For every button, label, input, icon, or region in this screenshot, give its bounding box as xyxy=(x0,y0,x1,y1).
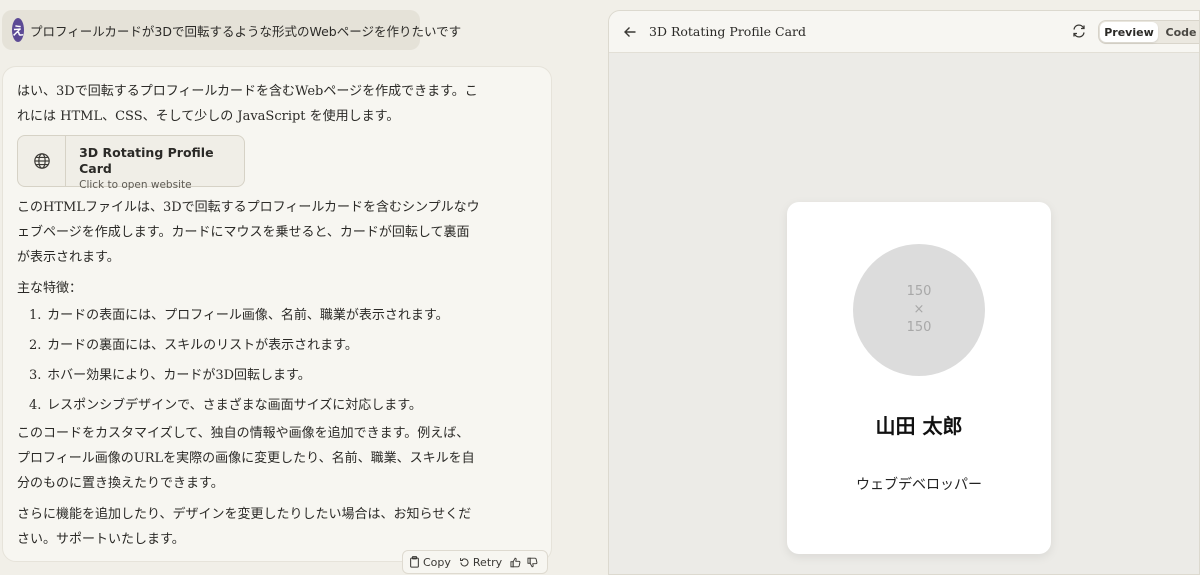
retry-button[interactable]: Retry xyxy=(459,556,502,569)
closing-line: さい。サポートいたします。 xyxy=(17,532,185,547)
description-line: が表示されます。 xyxy=(17,250,120,265)
tab-preview[interactable]: Preview xyxy=(1100,22,1158,42)
closing-line: さらに機能を追加したり、デザインを変更したりしたい場合は、お知らせくだ xyxy=(17,507,472,522)
message-actions: Copy Retry xyxy=(402,550,548,574)
panel-title: 3D Rotating Profile Card xyxy=(649,24,807,39)
profile-photo-placeholder: 150 × 150 xyxy=(853,244,985,376)
artifact-panel: 3D Rotating Profile Card Preview Code 15… xyxy=(608,10,1200,575)
globe-icon xyxy=(18,136,67,186)
user-message-text: プロフィールカードが3Dで回転するような形式のWebページを作りたいです xyxy=(30,23,462,39)
clipboard-icon xyxy=(410,556,419,568)
artifact-subtitle: Click to open website xyxy=(79,179,192,191)
thumbs-up-icon[interactable] xyxy=(510,557,521,568)
customize-line: このコードをカスタマイズして、独自の情報や画像を追加できます。例えば、 xyxy=(17,426,470,441)
customize-line: 分のものに置き換えたりできます。 xyxy=(17,476,224,491)
artifact-text: 3D Rotating Profile Card Click to open w… xyxy=(66,136,244,191)
view-toggle: Preview Code xyxy=(1098,20,1199,44)
artifact-title: 3D Rotating Profile Card xyxy=(79,145,214,176)
description-line: このHTMLファイルは、3Dで回転するプロフィールカードを含むシンプルなウ xyxy=(17,200,480,215)
list-item: 1. カードの表面には、プロフィール画像、名前、職業が表示されます。 xyxy=(29,308,449,323)
features-list: 1. カードの表面には、プロフィール画像、名前、職業が表示されます。 2. カー… xyxy=(17,301,551,421)
user-message: え プロフィールカードが3Dで回転するような形式のWebページを作りたいです xyxy=(2,10,461,50)
description-line: ェブページを作成します。カードにマウスを乗せると、カードが回転して裏面 xyxy=(17,225,470,240)
features-heading: 主な特徴： xyxy=(17,281,83,296)
list-item: 4. レスポンシブデザインで、さまざまな画面サイズに対応します。 xyxy=(29,398,422,413)
user-avatar: え xyxy=(12,18,25,42)
list-item: 2. カードの裏面には、スキルのリストが表示されます。 xyxy=(29,338,358,353)
assistant-message: はい、3Dで回転するプロフィールカードを含むWebページを作成できます。こ れに… xyxy=(2,66,552,562)
profile-role: ウェブデベロッパー xyxy=(856,477,982,493)
intro-line: はい、3Dで回転するプロフィールカードを含むWebページを作成できます。こ xyxy=(17,84,478,99)
list-item: 3. ホバー効果により、カードが3D回転します。 xyxy=(29,368,311,383)
refresh-icon[interactable] xyxy=(1072,24,1086,38)
customize-line: プロフィール画像のURLを実際の画像に変更したり、名前、職業、スキルを自 xyxy=(17,451,475,466)
tab-code[interactable]: Code xyxy=(1158,22,1199,42)
intro-line: れには HTML、CSS、そして少しの JavaScript を使用します。 xyxy=(17,109,400,124)
panel-header: 3D Rotating Profile Card Preview Code xyxy=(609,11,1199,53)
profile-card[interactable]: 150 × 150 山田 太郎 ウェブデベロッパー xyxy=(787,202,1051,554)
thumbs-down-icon[interactable] xyxy=(527,557,538,568)
artifact-card[interactable]: 3D Rotating Profile Card Click to open w… xyxy=(17,135,245,191)
copy-button[interactable]: Copy xyxy=(409,556,451,569)
back-arrow-icon[interactable] xyxy=(623,25,637,39)
profile-name: 山田 太郎 xyxy=(875,414,963,438)
retry-icon xyxy=(459,557,469,566)
preview-area: 150 × 150 山田 太郎 ウェブデベロッパー xyxy=(609,53,1199,574)
